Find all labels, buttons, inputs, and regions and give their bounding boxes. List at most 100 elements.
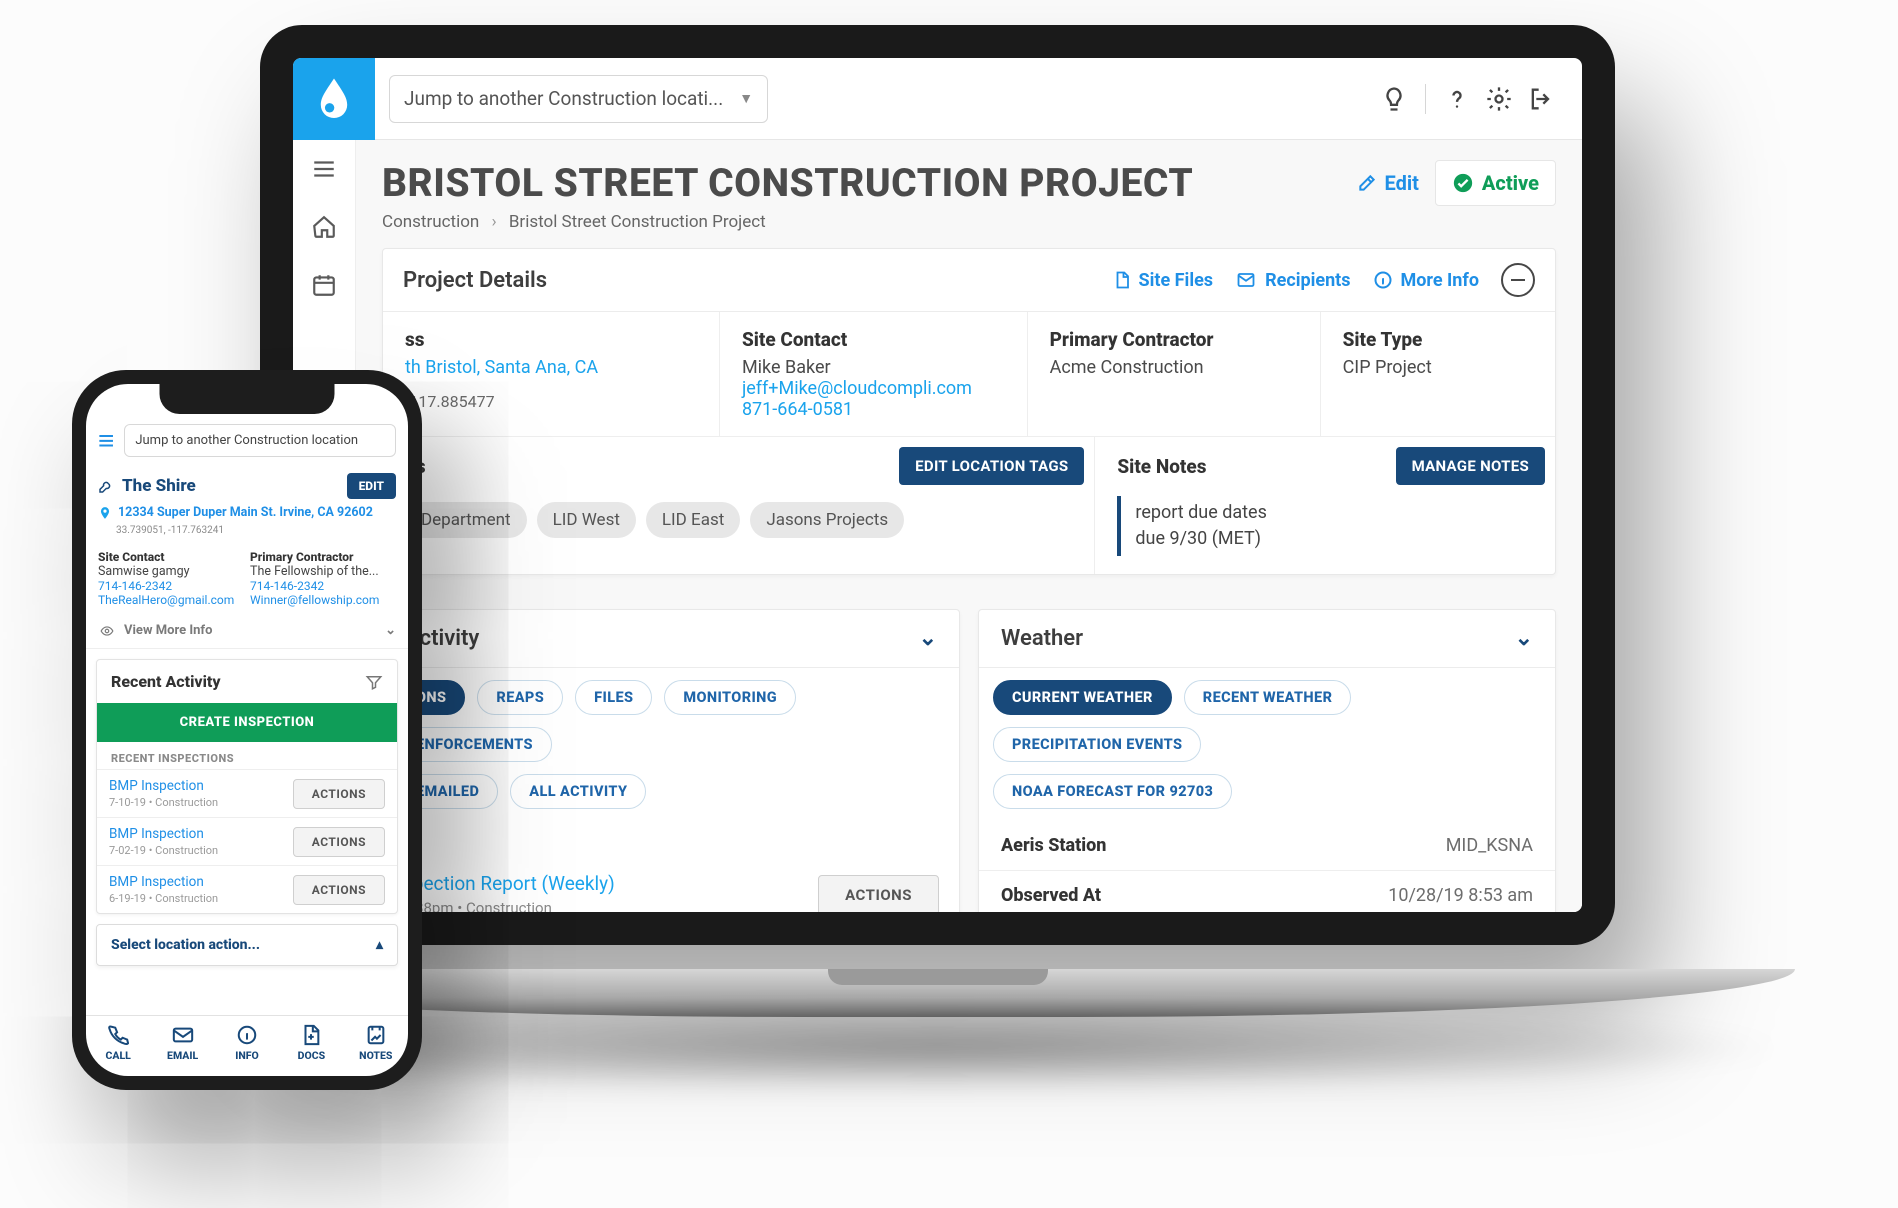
primary-contractor-label: Primary Contractor [250, 550, 396, 564]
recipients-link[interactable]: Recipients [1235, 270, 1350, 291]
location-title: The Shire [122, 476, 196, 496]
site-contact-name: Mike Baker [742, 357, 1005, 378]
pin-icon [98, 505, 112, 525]
primary-contractor-value: Acme Construction [1050, 357, 1298, 378]
recent-activity-heading: Recent Activity [111, 672, 221, 691]
weather-label: Observed At [1001, 885, 1101, 906]
gear-icon[interactable] [1482, 82, 1516, 116]
weather-value: 10/28/19 8:53 am [1388, 885, 1533, 906]
more-info-link[interactable]: More Info [1373, 270, 1480, 291]
primary-contractor-phone[interactable]: 714-146-2342 [250, 579, 396, 593]
manage-notes-button[interactable]: MANAGE NOTES [1396, 447, 1545, 485]
create-inspection-button[interactable]: CREATE INSPECTION [97, 703, 397, 742]
site-note: report due dates due 9/30 (MET) [1117, 496, 1533, 556]
tab-email[interactable]: EMAIL [150, 1024, 214, 1062]
jump-label: Jump to another Construction locati... [404, 87, 723, 110]
edit-button[interactable]: Edit [1357, 171, 1419, 195]
filter-pill[interactable]: MONITORING [664, 680, 796, 715]
address-label: ss [405, 328, 697, 351]
tag-chip[interactable]: LID East [646, 502, 740, 538]
filter-pill[interactable]: REAPS [477, 680, 563, 715]
inspection-meta: 7-10-19 • Construction [109, 796, 218, 809]
activity-meta: 1:38pm • Construction [403, 899, 615, 912]
view-more-info[interactable]: View More Info ⌄ [86, 613, 408, 649]
calendar-icon[interactable] [309, 270, 339, 300]
chevron-up-icon: ▴ [376, 937, 383, 953]
inspection-name[interactable]: BMP Inspection [109, 826, 218, 842]
site-contact-label: Site Contact [742, 328, 1005, 351]
primary-contractor-name: The Fellowship of the... [250, 564, 396, 579]
address-link[interactable]: th Bristol, Santa Ana, CA [405, 357, 697, 378]
inspection-name[interactable]: BMP Inspection [109, 778, 218, 794]
site-type-label: Site Type [1343, 328, 1533, 351]
jump-location-select[interactable]: Jump to another Construction locati... ▼ [389, 75, 768, 123]
tab-notes[interactable]: NOTES [344, 1024, 408, 1062]
tab-docs[interactable]: DOCS [279, 1024, 343, 1062]
activity-name[interactable]: spection Report (Weekly) [403, 872, 615, 895]
weather-heading: Weather [1001, 626, 1083, 651]
primary-contractor-email[interactable]: Winner@fellowship.com [250, 593, 396, 607]
weather-row: Observed At 10/28/19 8:53 am [979, 871, 1555, 912]
collapse-icon[interactable] [1501, 263, 1535, 297]
primary-contractor-label: Primary Contractor [1050, 328, 1298, 351]
activity-row: spection Report (Weekly) 1:38pm • Constru… [403, 858, 939, 912]
filter-pill[interactable]: PRECIPITATION EVENTS [993, 727, 1201, 762]
tag-chip[interactable]: Department [405, 502, 527, 538]
inspection-name[interactable]: BMP Inspection [109, 874, 218, 890]
filter-pill[interactable]: CURRENT WEATHER [993, 680, 1172, 715]
edit-label: Edit [1385, 171, 1419, 195]
inspection-row: BMP Inspection7-02-19 • ConstructionACTI… [97, 817, 397, 865]
menu-icon[interactable]: ≡ [98, 424, 114, 457]
breadcrumb: Construction › Bristol Street Constructi… [382, 212, 1556, 232]
recent-inspections-header: RECENT INSPECTIONS [97, 742, 397, 769]
site-contact-phone[interactable]: 714-146-2342 [98, 579, 244, 593]
actions-button[interactable]: ACTIONS [293, 779, 385, 809]
site-contact-name: Samwise gamgy [98, 564, 244, 579]
filter-pill[interactable]: ALL ACTIVITY [510, 774, 646, 809]
status-badge: Active [1435, 160, 1556, 206]
chevron-down-icon[interactable]: ⌄ [1515, 626, 1533, 651]
edit-location-tags-button[interactable]: EDIT LOCATION TAGS [899, 447, 1084, 485]
actions-button[interactable]: ACTIONS [293, 827, 385, 857]
phone-notch [160, 384, 335, 414]
site-contact-email[interactable]: TheRealHero@gmail.com [98, 593, 244, 607]
status-text: Active [1482, 171, 1539, 195]
breadcrumb-root[interactable]: Construction [382, 212, 479, 232]
app-logo [293, 58, 375, 140]
logout-icon[interactable] [1524, 82, 1558, 116]
divider [1425, 84, 1426, 114]
help-icon[interactable] [1440, 82, 1474, 116]
actions-button[interactable]: ACTIONS [293, 875, 385, 905]
tag-chip[interactable]: Jasons Projects [750, 502, 904, 538]
chevron-down-icon[interactable]: ⌄ [919, 626, 937, 651]
weather-row: Aeris StationMID_KSNA [979, 821, 1555, 871]
site-contact-email[interactable]: jeff+Mike@cloudcompli.com [742, 378, 1005, 399]
edit-button[interactable]: EDIT [347, 473, 396, 499]
filter-pill[interactable]: RECENT WEATHER [1184, 680, 1352, 715]
actions-button[interactable]: ACTIONS [818, 875, 939, 912]
activity-panel: Activity ⌄ ONSREAPSFILESMONITORINGENFORC… [382, 609, 960, 912]
home-icon[interactable] [309, 212, 339, 242]
address-link[interactable]: 12334 Super Duper Main St. Irvine, CA 92… [118, 505, 373, 525]
weather-panel: Weather ⌄ CURRENT WEATHER RECENT WEATHER P… [978, 609, 1556, 912]
menu-icon[interactable] [309, 154, 339, 184]
activity-subhead: s [383, 821, 959, 852]
tab-call[interactable]: CALL [86, 1024, 150, 1062]
site-contact-label: Site Contact [98, 550, 244, 564]
lightbulb-icon[interactable] [1377, 82, 1411, 116]
inspection-row: BMP Inspection 6-19-19 • Construction ACTI… [97, 865, 397, 913]
wrench-icon [98, 478, 114, 494]
inspection-meta: 6-19-19 • Construction [109, 892, 218, 905]
eye-icon [98, 624, 116, 638]
project-details-panel: Project Details Site Files Recipients Mo… [382, 248, 1556, 575]
recent-activity-panel: Recent Activity CREATE INSPECTION RECENT… [96, 659, 398, 914]
site-files-link[interactable]: Site Files [1113, 270, 1214, 291]
site-contact-phone[interactable]: 871-664-0581 [742, 399, 1005, 420]
tab-info[interactable]: INFO [215, 1024, 279, 1062]
jump-location-select[interactable]: Jump to another Construction location [124, 424, 396, 457]
select-location-action[interactable]: Select location action... ▴ [96, 924, 398, 966]
filter-pill[interactable]: NOAA FORECAST FOR 92703 [993, 774, 1232, 809]
filter-icon[interactable] [365, 673, 383, 691]
tag-chip[interactable]: LID West [537, 502, 636, 538]
filter-pill[interactable]: FILES [575, 680, 652, 715]
